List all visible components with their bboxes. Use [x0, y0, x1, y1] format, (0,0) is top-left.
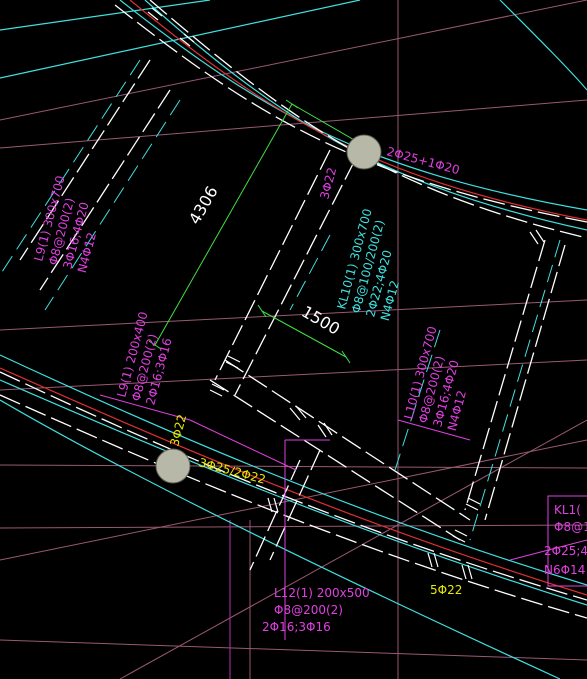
- annotation-l9-lower: L9(1) 200x400 Φ8@200(2) 2Φ16;3Φ16: [114, 310, 174, 406]
- dimension-label-4306: 4306: [185, 183, 222, 228]
- kl-right-line-3: 2Φ25;4: [544, 544, 587, 558]
- kl-right-line-4: N6Φ14: [544, 563, 585, 577]
- column-top: [346, 134, 382, 170]
- l12-line-3: 2Φ16;3Φ16: [262, 620, 331, 634]
- dim-4306-text: 4306: [185, 183, 222, 228]
- annotation-l12: L12(1) 200x500 Φ8@200(2) 2Φ16;3Φ16: [262, 586, 370, 634]
- column-left: [155, 448, 191, 484]
- rebar-red-lines: [0, 0, 587, 596]
- rebar-bottom-beam-label: 3Φ25/2Φ22: [197, 455, 267, 486]
- annotation-kl-right: KL1( Φ8@10 2Φ25;4 N6Φ14: [544, 495, 587, 587]
- annotation-l9-upper: L9(1) 300x700 Φ8@200(2) 3Φ16;4Φ20 N4Φ12: [31, 174, 99, 274]
- rebar-left-column-label: 3Φ22: [167, 413, 189, 448]
- rebar-kl10-side-label: 3Φ22: [317, 166, 339, 201]
- annotation-l10: L10(1) 300x700 Φ8@200(2) 3Φ16;4Φ20 N4Φ12: [401, 325, 469, 433]
- cad-drawing-canvas[interactable]: 4306 1500 L9(1) 300x700 Φ8@200(2) 3Φ16;4…: [0, 0, 587, 679]
- l12-line-2: Φ8@200(2): [274, 603, 343, 617]
- kl-right-line-1: KL1(: [554, 503, 581, 517]
- l12-line-1: L12(1) 200x500: [274, 586, 370, 600]
- secondary-beam-outlines: [0, 59, 561, 541]
- rebar-bottom-right-label: 5Φ22: [430, 583, 462, 597]
- kl-right-line-2: Φ8@10: [554, 520, 587, 534]
- annotation-kl10: KL10(1) 300x700 Φ8@100/200(2) 2Φ22;4Φ20 …: [334, 207, 402, 322]
